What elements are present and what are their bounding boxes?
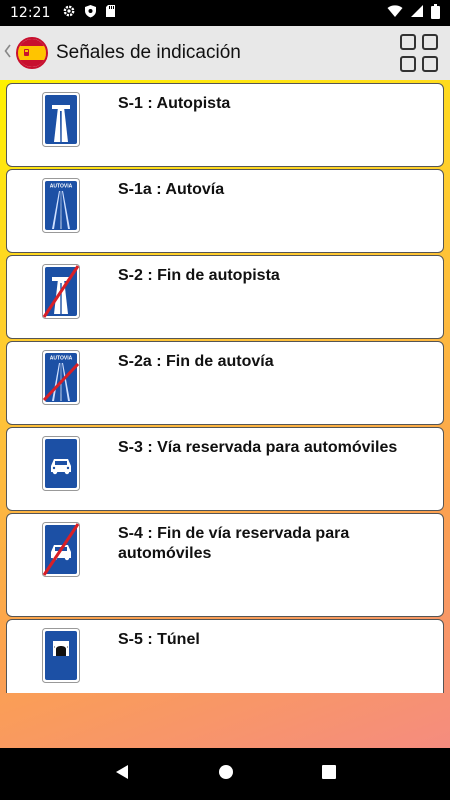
sd-card-icon xyxy=(105,4,116,22)
page-title: Señales de indicación xyxy=(56,42,241,63)
sign-label: S-4 : Fin de vía reservada para automóvi… xyxy=(118,525,350,562)
list-item[interactable]: S-1 : Autopista xyxy=(6,83,444,167)
sign-label: S-1 : Autopista xyxy=(118,95,231,112)
grid-view-button[interactable] xyxy=(400,34,438,72)
wifi-icon xyxy=(387,4,403,22)
sign-label: S-1a : Autovía xyxy=(118,181,225,198)
autopista-sign-icon xyxy=(42,92,80,147)
home-circle-icon[interactable] xyxy=(217,763,235,786)
autovia-sign-text: AUTOVIA xyxy=(50,356,73,362)
sign-label: S-3 : Vía reservada para automóviles xyxy=(118,439,398,456)
via-automoviles-sign-icon xyxy=(42,436,80,491)
content-area: S-1 : Autopista AUTOVIA S-1a : Autovía S… xyxy=(0,80,450,748)
sign-list[interactable]: S-1 : Autopista AUTOVIA S-1a : Autovía S… xyxy=(6,83,444,693)
grid-icon-cell xyxy=(422,34,438,50)
shield-icon xyxy=(84,4,97,22)
grid-icon-cell xyxy=(400,56,416,72)
status-time: 12:21 xyxy=(10,5,51,21)
battery-icon xyxy=(431,3,440,23)
fin-autopista-sign-icon xyxy=(42,264,80,319)
signal-icon xyxy=(410,4,424,22)
spain-flag-icon[interactable] xyxy=(16,37,48,69)
chevron-left-icon[interactable] xyxy=(4,44,14,63)
fin-autovia-sign-icon: AUTOVIA xyxy=(42,350,80,405)
list-item[interactable]: AUTOVIA S-1a : Autovía xyxy=(6,169,444,253)
grid-icon-cell xyxy=(422,56,438,72)
list-item[interactable]: S-4 : Fin de vía reservada para automóvi… xyxy=(6,513,444,617)
autovia-sign-icon: AUTOVIA xyxy=(42,178,80,233)
recents-square-icon[interactable] xyxy=(321,764,337,785)
tunel-sign-icon xyxy=(42,628,80,683)
autovia-sign-text: AUTOVIA xyxy=(50,184,73,190)
list-item[interactable]: S-3 : Vía reservada para automóviles xyxy=(6,427,444,511)
status-bar: 12:21 xyxy=(0,0,450,26)
list-item[interactable]: S-2 : Fin de autopista xyxy=(6,255,444,339)
back-triangle-icon[interactable] xyxy=(113,763,131,786)
list-item[interactable]: S-5 : Túnel xyxy=(6,619,444,693)
grid-icon xyxy=(400,34,416,50)
navigation-bar xyxy=(0,748,450,800)
list-item[interactable]: AUTOVIA S-2a : Fin de autovía xyxy=(6,341,444,425)
sign-label: S-2a : Fin de autovía xyxy=(118,353,274,370)
sign-label: S-2 : Fin de autopista xyxy=(118,267,280,284)
fin-via-automoviles-sign-icon xyxy=(42,522,80,577)
sign-label: S-5 : Túnel xyxy=(118,631,200,648)
gear-icon xyxy=(62,4,76,22)
app-bar: Señales de indicación xyxy=(0,26,450,80)
